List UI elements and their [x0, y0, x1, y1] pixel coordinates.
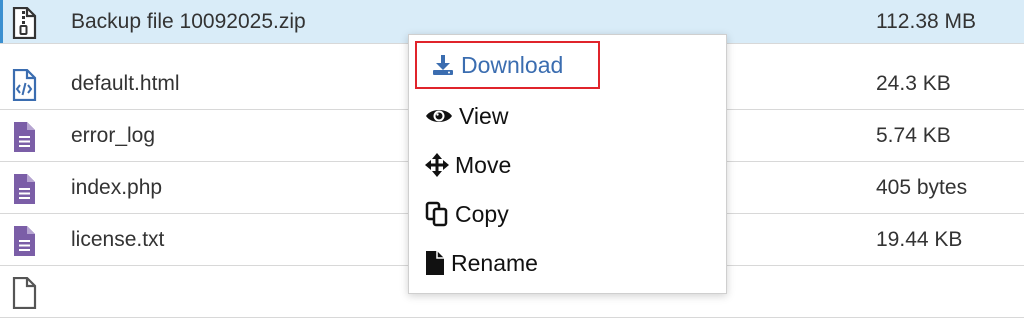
context-menu: Download View Move Copy Rename: [408, 34, 727, 294]
file-size: 5.74 KB: [876, 124, 951, 147]
menu-item-label: Rename: [451, 249, 538, 276]
file-size: 19.44 KB: [876, 228, 963, 251]
file-size: 405 bytes: [876, 176, 968, 199]
text-file-icon: [14, 174, 35, 204]
menu-item-label: Move: [455, 151, 512, 178]
file-name[interactable]: Backup file 10092025.zip: [71, 0, 306, 48]
file-size: 24.3 KB: [876, 72, 951, 95]
file-icon: [426, 251, 444, 275]
menu-item-rename[interactable]: Rename: [425, 241, 538, 285]
html-file-icon: [12, 69, 37, 101]
text-file-icon: [14, 226, 35, 256]
menu-item-label: Download: [461, 51, 564, 78]
menu-item-download[interactable]: Download: [415, 41, 600, 89]
menu-item-label: View: [459, 102, 509, 129]
menu-item-view[interactable]: View: [425, 94, 508, 138]
menu-item-label: Copy: [455, 200, 509, 227]
download-icon: [433, 55, 453, 75]
file-size: 112.38 MB: [876, 10, 977, 33]
file-name[interactable]: error_log: [71, 110, 155, 162]
file-icon: [12, 277, 37, 309]
eye-icon: [426, 110, 452, 122]
file-name[interactable]: default.html: [71, 58, 180, 110]
move-arrows-icon: [425, 153, 449, 177]
file-name[interactable]: license.txt: [71, 214, 164, 266]
menu-item-copy[interactable]: Copy: [425, 192, 509, 236]
file-name[interactable]: index.php: [71, 162, 162, 214]
zip-file-icon: [12, 7, 37, 39]
text-file-icon: [14, 122, 35, 152]
menu-item-move[interactable]: Move: [425, 143, 511, 187]
selection-indicator: [0, 0, 3, 43]
copy-icon: [425, 201, 448, 227]
